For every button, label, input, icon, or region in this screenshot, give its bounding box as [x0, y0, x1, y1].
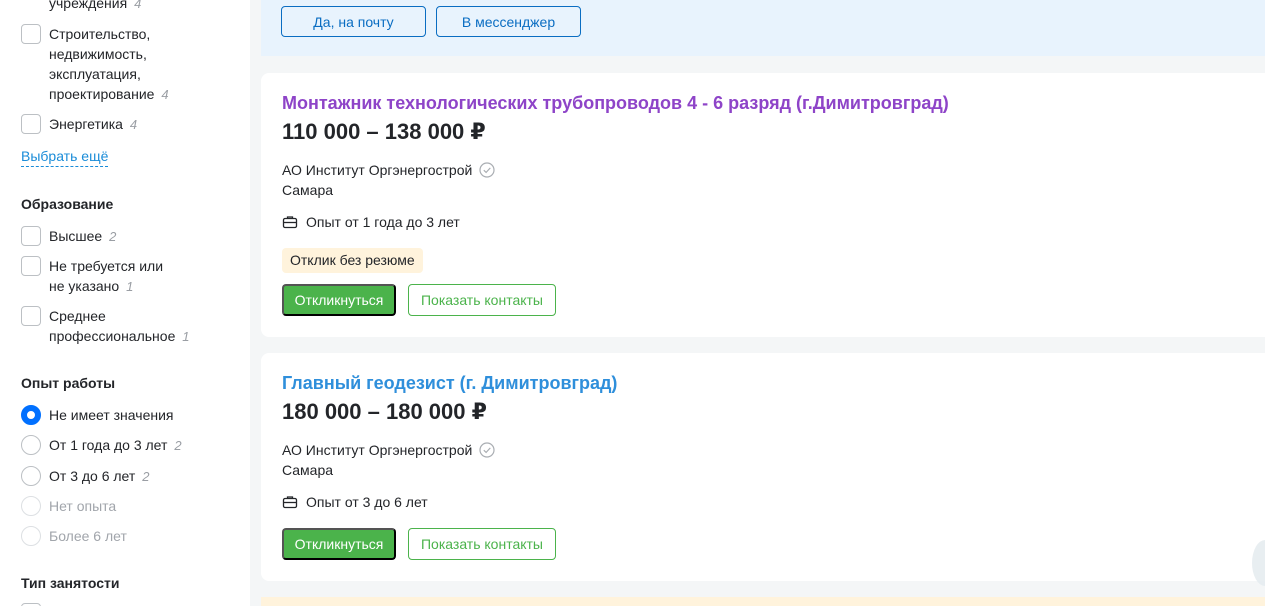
filter-count: 2 — [142, 469, 150, 484]
filter-experience-6-plus: Более 6 лет — [21, 526, 127, 546]
filter-label-line: не указано — [49, 278, 120, 294]
employer-link[interactable]: АО Институт Оргэнергострой — [282, 160, 472, 180]
show-contacts-button[interactable]: Показать контакты — [408, 284, 556, 316]
filter-experience-none: Нет опыта — [21, 496, 116, 516]
filter-label: Более 6 лет — [49, 528, 127, 544]
employer: АО Институт Оргэнергострой — [282, 160, 495, 180]
experience-filter-title: Опыт работы — [21, 375, 116, 391]
vacancy-experience: Опыт от 3 до 6 лет — [282, 492, 428, 512]
vacancy-card: Монтажник технологических трубопроводов … — [261, 73, 1265, 337]
no-resume-badge: Отклик без резюме — [282, 248, 423, 273]
filter-experience-1-3[interactable]: От 1 года до 3 лет 2 — [21, 435, 182, 456]
verified-check-icon — [479, 162, 495, 178]
filter-count: 4 — [129, 117, 138, 132]
filter-label-line: Не требуется или — [49, 258, 164, 274]
filter-label: От 3 до 6 лет — [49, 468, 136, 484]
filter-count: 1 — [182, 329, 190, 344]
filter-count: 2 — [174, 438, 182, 453]
filter-label-line: Строительство, — [49, 26, 151, 42]
filter-label-line: эксплуатация, — [49, 66, 141, 82]
vacancy-salary: 110 000 – 138 000 ₽ — [282, 119, 486, 144]
education-filter-title: Образование — [21, 196, 114, 212]
next-vacancy-card-edge — [261, 597, 1265, 606]
vacancy-experience: Опыт от 1 года до 3 лет — [282, 212, 460, 232]
filter-label: Энергетика — [49, 116, 123, 132]
filter-education-secondary[interactable]: Среднее профессиональное 1 — [21, 306, 189, 347]
messenger-subscribe-button[interactable]: В мессенджер — [436, 6, 581, 37]
filters-sidebar: учреждения 4 Строительство, недвижимость… — [0, 0, 250, 606]
email-subscribe-button[interactable]: Да, на почту — [281, 6, 426, 37]
filter-industry-institutions[interactable]: учреждения 4 — [21, 0, 141, 14]
checkbox[interactable] — [21, 114, 41, 134]
filter-label-line: проектирование — [49, 86, 155, 102]
checkbox[interactable] — [21, 306, 41, 326]
vacancy-card: Главный геодезист (г. Димитровград) 180 … — [261, 353, 1265, 581]
filter-count: 4 — [134, 0, 142, 11]
apply-button[interactable]: Откликнуться — [282, 528, 396, 560]
filter-education-not-required[interactable]: Не требуется или не указано 1 — [21, 256, 163, 297]
verified-check-icon — [479, 442, 495, 458]
employer: АО Институт Оргэнергострой — [282, 440, 495, 460]
radio-button — [21, 496, 41, 516]
filter-count: 2 — [109, 229, 117, 244]
filter-experience-any[interactable]: Не имеет значения — [21, 405, 173, 425]
show-more-link[interactable]: Выбрать ещё — [21, 146, 109, 167]
briefcase-icon — [282, 216, 298, 229]
checkbox[interactable] — [21, 256, 41, 276]
vacancy-salary: 180 000 – 180 000 ₽ — [282, 399, 487, 424]
filter-label-line: профессиональное — [49, 328, 176, 344]
vacancy-title-link[interactable]: Главный геодезист (г. Димитровград) — [282, 372, 617, 394]
radio-button[interactable] — [21, 435, 41, 455]
radio-button[interactable] — [21, 405, 41, 425]
employment-filter-title: Тип занятости — [21, 575, 120, 591]
experience-text: Опыт от 1 года до 3 лет — [306, 214, 460, 230]
filter-label: Высшее — [49, 228, 103, 244]
experience-text: Опыт от 3 до 6 лет — [306, 494, 428, 510]
vacancy-city: Самара — [282, 462, 334, 478]
filter-label: Не имеет значения — [49, 407, 174, 423]
checkbox[interactable] — [21, 24, 41, 44]
filter-label-line: Среднее — [49, 308, 106, 324]
checkbox[interactable] — [21, 226, 41, 246]
filter-education-higher[interactable]: Высшее 2 — [21, 226, 116, 247]
filter-label: учреждения — [49, 0, 128, 11]
vacancy-city: Самара — [282, 182, 334, 198]
radio-button[interactable] — [21, 466, 41, 486]
filter-experience-3-6[interactable]: От 3 до 6 лет 2 — [21, 466, 149, 487]
radio-button — [21, 526, 41, 546]
apply-button[interactable]: Откликнуться — [282, 284, 396, 316]
show-contacts-button[interactable]: Показать контакты — [408, 528, 556, 560]
filter-industry-construction[interactable]: Строительство, недвижимость, эксплуатаци… — [21, 24, 169, 105]
filter-label-line: недвижимость, — [49, 46, 147, 62]
employer-link[interactable]: АО Институт Оргэнергострой — [282, 440, 472, 460]
filter-label: От 1 года до 3 лет — [49, 437, 168, 453]
subscription-notice: Да, на почту В мессенджер — [261, 0, 1265, 56]
filter-label: Нет опыта — [49, 498, 117, 514]
filter-industry-energy[interactable]: Энергетика 4 — [21, 114, 137, 135]
filter-count: 4 — [161, 87, 169, 102]
vacancy-title-link[interactable]: Монтажник технологических трубопроводов … — [282, 92, 949, 114]
filter-count: 1 — [126, 279, 134, 294]
briefcase-icon — [282, 496, 298, 509]
